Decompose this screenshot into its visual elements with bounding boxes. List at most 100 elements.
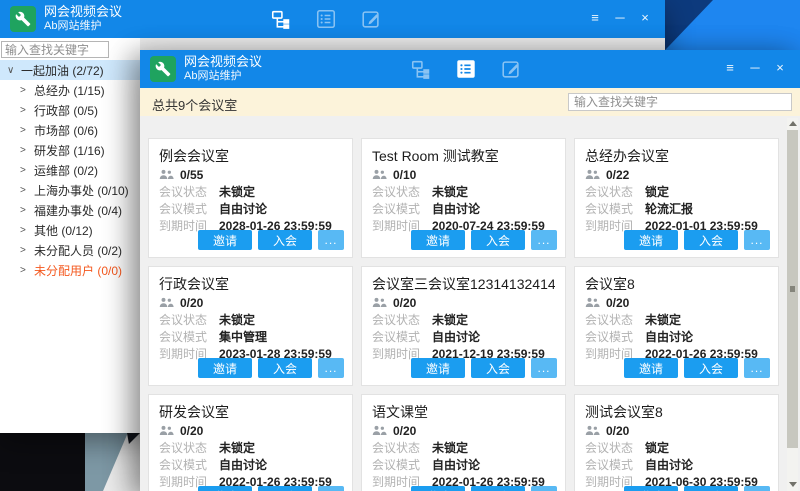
tree-item-label: 行政部 (0/5) — [34, 102, 98, 119]
scrollbar-thumb[interactable] — [787, 130, 798, 448]
meeting-room-card: 会议室三会议室123141324141三会... 0/20 会议状态 未锁定 会… — [361, 266, 566, 386]
more-button[interactable]: ... — [744, 486, 770, 491]
tree-item[interactable]: > 研发部 (1/16) — [0, 140, 140, 160]
join-button[interactable]: 入会 — [684, 358, 738, 378]
invite-button[interactable]: 邀请 — [198, 486, 252, 491]
scroll-up-arrow[interactable] — [787, 118, 798, 129]
invite-button[interactable]: 邀请 — [624, 358, 678, 378]
chevron-icon[interactable]: > — [20, 185, 34, 196]
invite-button[interactable]: 邀请 — [411, 358, 465, 378]
status-label: 会议状态 — [372, 439, 432, 456]
back-window-titlebar[interactable]: 网会视频会议 Ab网站维护 ≡ ─ × — [0, 0, 665, 38]
join-button[interactable]: 入会 — [258, 486, 312, 491]
more-button[interactable]: ... — [744, 230, 770, 250]
org-chart-icon[interactable] — [408, 56, 434, 82]
more-button[interactable]: ... — [744, 358, 770, 378]
room-count-summary: 总共9个会议室 — [152, 95, 237, 114]
tree-item[interactable]: > 其他 (0/12) — [0, 220, 140, 240]
invite-button[interactable]: 邀请 — [624, 486, 678, 491]
scroll-down-arrow[interactable] — [787, 479, 798, 490]
tree-item-label: 市场部 (0/6) — [34, 122, 98, 139]
join-button[interactable]: 入会 — [471, 230, 525, 250]
tree-item[interactable]: > 市场部 (0/6) — [0, 120, 140, 140]
close-icon[interactable]: × — [772, 58, 788, 78]
menu-icon[interactable]: ≡ — [722, 58, 738, 78]
chevron-icon[interactable]: > — [20, 105, 34, 116]
participant-count: 0/20 — [180, 296, 203, 310]
more-button[interactable]: ... — [531, 358, 557, 378]
minimize-icon[interactable]: ─ — [612, 8, 628, 28]
menu-icon[interactable]: ≡ — [587, 8, 603, 28]
minimize-icon[interactable]: ─ — [747, 58, 763, 78]
meeting-rooms-window: 网会视频会议 Ab网站维护 ≡ ─ × 总共9个会议室 例会会议室 — [140, 50, 800, 491]
org-chart-icon[interactable] — [268, 6, 294, 32]
invite-button[interactable]: 邀请 — [624, 230, 678, 250]
chevron-icon[interactable]: > — [20, 125, 34, 136]
join-button[interactable]: 入会 — [258, 358, 312, 378]
org-tree: ∨ 一起加油 (2/72) > 总经办 (1/15) > 行政部 (0/5) >… — [0, 60, 140, 280]
desktop-wallpaper-bottom-left — [0, 433, 140, 491]
room-name: 语文课堂 — [372, 402, 555, 422]
invite-button[interactable]: 邀请 — [411, 230, 465, 250]
chevron-icon[interactable]: > — [20, 85, 34, 96]
join-button[interactable]: 入会 — [258, 230, 312, 250]
tree-item[interactable]: > 运维部 (0/2) — [0, 160, 140, 180]
tree-item[interactable]: > 福建办事处 (0/4) — [0, 200, 140, 220]
app-title: 网会视频会议 — [184, 54, 262, 69]
edit-icon[interactable] — [498, 56, 524, 82]
join-button[interactable]: 入会 — [684, 230, 738, 250]
chevron-icon[interactable]: > — [20, 225, 34, 236]
wrench-icon — [15, 11, 31, 27]
invite-button[interactable]: 邀请 — [198, 358, 252, 378]
participant-count: 0/10 — [393, 168, 416, 182]
close-icon[interactable]: × — [637, 8, 653, 28]
join-button[interactable]: 入会 — [471, 358, 525, 378]
app-logo — [150, 56, 176, 82]
chevron-icon[interactable]: > — [20, 265, 34, 276]
chevron-icon[interactable]: ∨ — [7, 65, 21, 76]
participants-icon — [159, 425, 174, 436]
edit-icon[interactable] — [358, 6, 384, 32]
tree-item[interactable]: ∨ 一起加油 (2/72) — [0, 60, 140, 80]
card-actions: 邀请 入会 ... — [198, 486, 344, 491]
mode-value: 自由讨论 — [432, 328, 480, 345]
more-button[interactable]: ... — [318, 358, 344, 378]
tree-item[interactable]: > 行政部 (0/5) — [0, 100, 140, 120]
room-name: 行政会议室 — [159, 274, 342, 294]
sidebar-search-input[interactable] — [1, 41, 109, 58]
room-name: 例会会议室 — [159, 146, 342, 166]
status-value: 锁定 — [645, 439, 669, 456]
meeting-room-list: 例会会议室 0/55 会议状态 未锁定 会议模式 自由讨论 到期时间 — [140, 116, 787, 491]
chevron-icon[interactable]: > — [20, 165, 34, 176]
room-name: 会议室8 — [585, 274, 768, 294]
summary-bar: 总共9个会议室 — [140, 88, 800, 116]
invite-button[interactable]: 邀请 — [411, 486, 465, 491]
wallpaper-black-block — [0, 433, 86, 491]
app-subtitle: Ab网站维护 — [44, 20, 101, 33]
tree-item[interactable]: > 上海办事处 (0/10) — [0, 180, 140, 200]
join-button[interactable]: 入会 — [684, 486, 738, 491]
app-title: 网会视频会议 — [44, 4, 122, 19]
tree-item-label: 福建办事处 (0/4) — [34, 202, 122, 219]
vertical-scrollbar[interactable] — [787, 118, 798, 491]
chevron-icon[interactable]: > — [20, 205, 34, 216]
status-value: 未锁定 — [219, 439, 255, 456]
mode-label: 会议模式 — [159, 328, 219, 345]
room-search-input[interactable] — [568, 93, 792, 111]
front-window-titlebar[interactable]: 网会视频会议 Ab网站维护 ≡ ─ × — [140, 50, 800, 88]
tree-item[interactable]: > 未分配用户 (0/0) — [0, 260, 140, 280]
chevron-icon[interactable]: > — [20, 245, 34, 256]
join-button[interactable]: 入会 — [471, 486, 525, 491]
list-icon[interactable] — [453, 56, 479, 82]
list-icon[interactable] — [313, 6, 339, 32]
more-button[interactable]: ... — [531, 230, 557, 250]
tree-item[interactable]: > 未分配人员 (0/2) — [0, 240, 140, 260]
wallpaper-dark-notch — [127, 433, 140, 444]
chevron-icon[interactable]: > — [20, 145, 34, 156]
more-button[interactable]: ... — [318, 486, 344, 491]
more-button[interactable]: ... — [318, 230, 344, 250]
invite-button[interactable]: 邀请 — [198, 230, 252, 250]
more-button[interactable]: ... — [531, 486, 557, 491]
tree-item[interactable]: > 总经办 (1/15) — [0, 80, 140, 100]
card-actions: 邀请 入会 ... — [624, 358, 770, 378]
